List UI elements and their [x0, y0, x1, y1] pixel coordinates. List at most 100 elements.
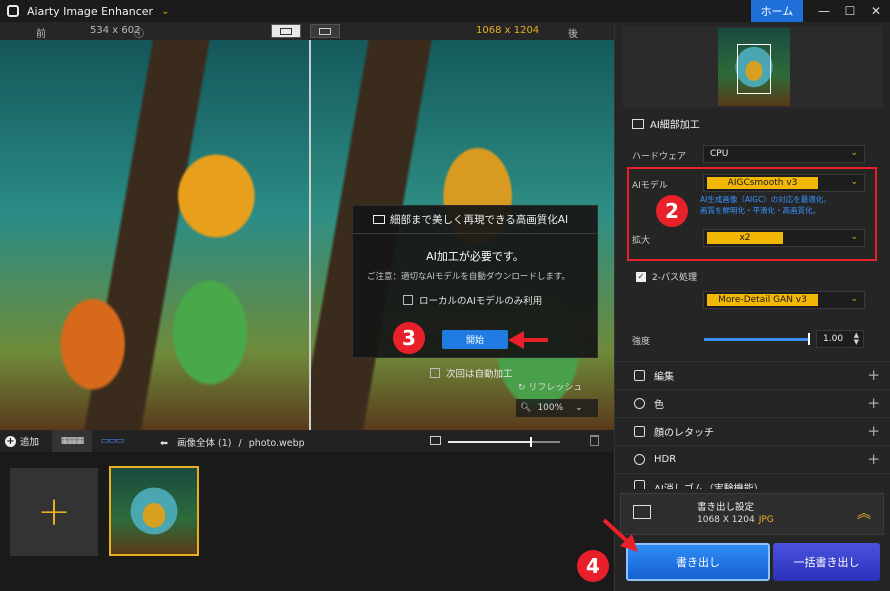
- dialog-title: 細部まで美しく再現できる高画質化AI: [390, 214, 569, 226]
- chevron-up-double-icon[interactable]: ︽: [857, 503, 871, 523]
- sun-icon: [634, 454, 645, 465]
- export-format: JPG: [758, 515, 774, 525]
- export-button[interactable]: 書き出し: [626, 543, 770, 581]
- accordion-edit[interactable]: 編集 +: [614, 361, 890, 389]
- expand-plus-icon[interactable]: +: [867, 422, 880, 440]
- before-size: 534 x 602: [90, 25, 141, 36]
- breadcrumb: ⬅ 画像全体 (1) / photo.webp: [160, 435, 305, 449]
- monitor-gear-icon: [633, 505, 651, 519]
- expand-plus-icon[interactable]: +: [867, 394, 880, 412]
- close-icon[interactable]: ✕: [864, 2, 888, 20]
- export-settings-summary: 1068 X 1204 JPG: [697, 515, 774, 525]
- annotation-badge-2: 2: [656, 195, 688, 227]
- accordion-color[interactable]: 色 +: [614, 389, 890, 417]
- hardware-label: ハードウェア: [632, 152, 687, 162]
- accordion-label: HDR: [654, 454, 677, 465]
- auto-process-checkbox[interactable]: 次回は自動加工: [430, 366, 513, 380]
- two-pass-model-select[interactable]: More-Detail GAN v3 ⌄: [703, 291, 865, 309]
- after-size: 1068 x 1204: [476, 25, 540, 36]
- refresh-icon: ↻: [518, 383, 529, 393]
- batch-export-button[interactable]: 一括書き出し: [773, 543, 880, 581]
- view-mode-split-button[interactable]: [271, 24, 301, 38]
- accordion-label: 顔のレタッチ: [654, 428, 714, 439]
- trash-icon[interactable]: [590, 435, 599, 446]
- expand-plus-icon[interactable]: +: [867, 366, 880, 384]
- ai-process-dialog: 細部まで美しく再現できる高画質化AI AI加工が必要です。 ご注意：適切なAIモ…: [352, 205, 598, 358]
- annotation-badge-3: 3: [393, 322, 425, 354]
- viewport-frame[interactable]: [737, 44, 771, 94]
- download-note: ご注意：適切なAIモデルを自動ダウンロードします。: [367, 272, 570, 282]
- view-mode-side-button[interactable]: [310, 24, 340, 38]
- minimize-icon[interactable]: —: [812, 2, 836, 20]
- face-icon: [634, 426, 645, 437]
- grid-view-button[interactable]: ▦▦▦: [52, 430, 92, 452]
- export-settings-title: 書き出し設定: [697, 502, 755, 513]
- accordion-label: AI消しゴム（実験機能）: [654, 480, 764, 489]
- two-pass-label: 2-パス処理: [652, 273, 697, 283]
- check-icon[interactable]: ✓: [636, 271, 646, 282]
- navigator-preview[interactable]: [718, 28, 790, 106]
- section-title-label: AI細部加工: [650, 120, 700, 131]
- strip-view-button[interactable]: ▭▭▭: [92, 430, 132, 452]
- export-settings[interactable]: 書き出し設定 1068 X 1204 JPG ︽: [620, 493, 884, 535]
- start-button[interactable]: 開始: [442, 330, 508, 349]
- app-logo-icon: [7, 5, 19, 17]
- app-menu-chevron-icon[interactable]: ⌄: [161, 6, 169, 17]
- enhance-icon: [632, 118, 644, 129]
- ai-detail-section-title: AI細部加工: [632, 116, 700, 131]
- add-image-tile[interactable]: +: [10, 468, 98, 556]
- zoom-icon: 🔍︎: [520, 403, 532, 413]
- strength-input[interactable]: 1.00 ▲ ▼: [816, 330, 864, 348]
- hardware-select[interactable]: CPU ⌄: [703, 145, 865, 163]
- strength-slider-knob[interactable]: [808, 333, 810, 345]
- chevron-down-icon: ⌄: [850, 148, 858, 158]
- info-icon[interactable]: ⓘ: [134, 25, 144, 40]
- accordion-hdr[interactable]: HDR +: [614, 445, 890, 473]
- back-arrow-icon[interactable]: ⬅: [160, 438, 168, 449]
- add-button[interactable]: + 追加: [0, 430, 52, 452]
- auto-process-label: 次回は自動加工: [446, 369, 513, 380]
- refresh-label: リフレッシュ: [528, 383, 583, 393]
- edit-icon: [634, 370, 645, 381]
- before-label: 前: [36, 29, 46, 40]
- local-model-only-checkbox[interactable]: ローカルのAIモデルのみ利用: [403, 293, 542, 307]
- accordion-label: 編集: [654, 372, 674, 383]
- bottom-toolbar: + 追加 ▦▦▦ ▭▭▭ ⬅ 画像全体 (1) / photo.webp: [0, 430, 614, 452]
- ai-required-text: AI加工が必要です。: [426, 250, 524, 263]
- strength-slider[interactable]: [704, 333, 810, 345]
- accordion-ai-eraser[interactable]: AI消しゴム（実験機能）: [614, 473, 890, 489]
- after-label: 後: [568, 29, 578, 40]
- image-icon: [430, 436, 441, 445]
- checkbox-icon[interactable]: [403, 295, 413, 305]
- zoom-value: 100%: [537, 403, 564, 413]
- eraser-icon: [634, 480, 645, 489]
- checkbox-icon[interactable]: [430, 368, 440, 378]
- chevron-down-icon: ⌄: [575, 403, 583, 413]
- palette-icon: [634, 398, 645, 409]
- before-image[interactable]: [0, 40, 309, 430]
- expand-plus-icon[interactable]: +: [867, 450, 880, 468]
- compare-header: 前 534 x 602 ⓘ 1068 x 1204 後: [0, 22, 614, 40]
- local-model-only-label: ローカルのAIモデルのみ利用: [419, 296, 543, 307]
- annotation-badge-4: 4: [577, 550, 609, 582]
- accordion-face-retouch[interactable]: 顔のレタッチ +: [614, 417, 890, 445]
- home-button[interactable]: ホーム: [751, 0, 803, 22]
- maximize-icon[interactable]: ☐: [838, 2, 862, 20]
- breadcrumb-file: photo.webp: [248, 438, 305, 449]
- two-pass-model-value: More-Detail GAN v3: [707, 294, 818, 306]
- thumbnail-size-slider[interactable]: [448, 437, 560, 447]
- strength-value: 1.00: [823, 334, 844, 344]
- plus-icon: +: [5, 435, 16, 447]
- refresh-button[interactable]: ↻ リフレッシュ: [518, 380, 582, 393]
- stepper-icon[interactable]: ▲ ▼: [854, 332, 859, 346]
- app-title: Aiarty Image Enhancer: [27, 4, 154, 18]
- dialog-header: 細部まで美しく再現できる高画質化AI: [353, 206, 597, 234]
- export-size: 1068 X 1204: [697, 515, 755, 525]
- two-pass-checkbox[interactable]: ✓ 2-パス処理: [636, 270, 697, 283]
- zoom-select[interactable]: 🔍︎ 100% ⌄: [516, 399, 598, 417]
- strength-label: 強度: [632, 337, 651, 347]
- image-thumbnail[interactable]: [109, 466, 199, 556]
- add-label: 追加: [20, 437, 40, 448]
- breadcrumb-all-images[interactable]: 画像全体 (1): [177, 438, 231, 449]
- accordion-label: 色: [654, 400, 664, 411]
